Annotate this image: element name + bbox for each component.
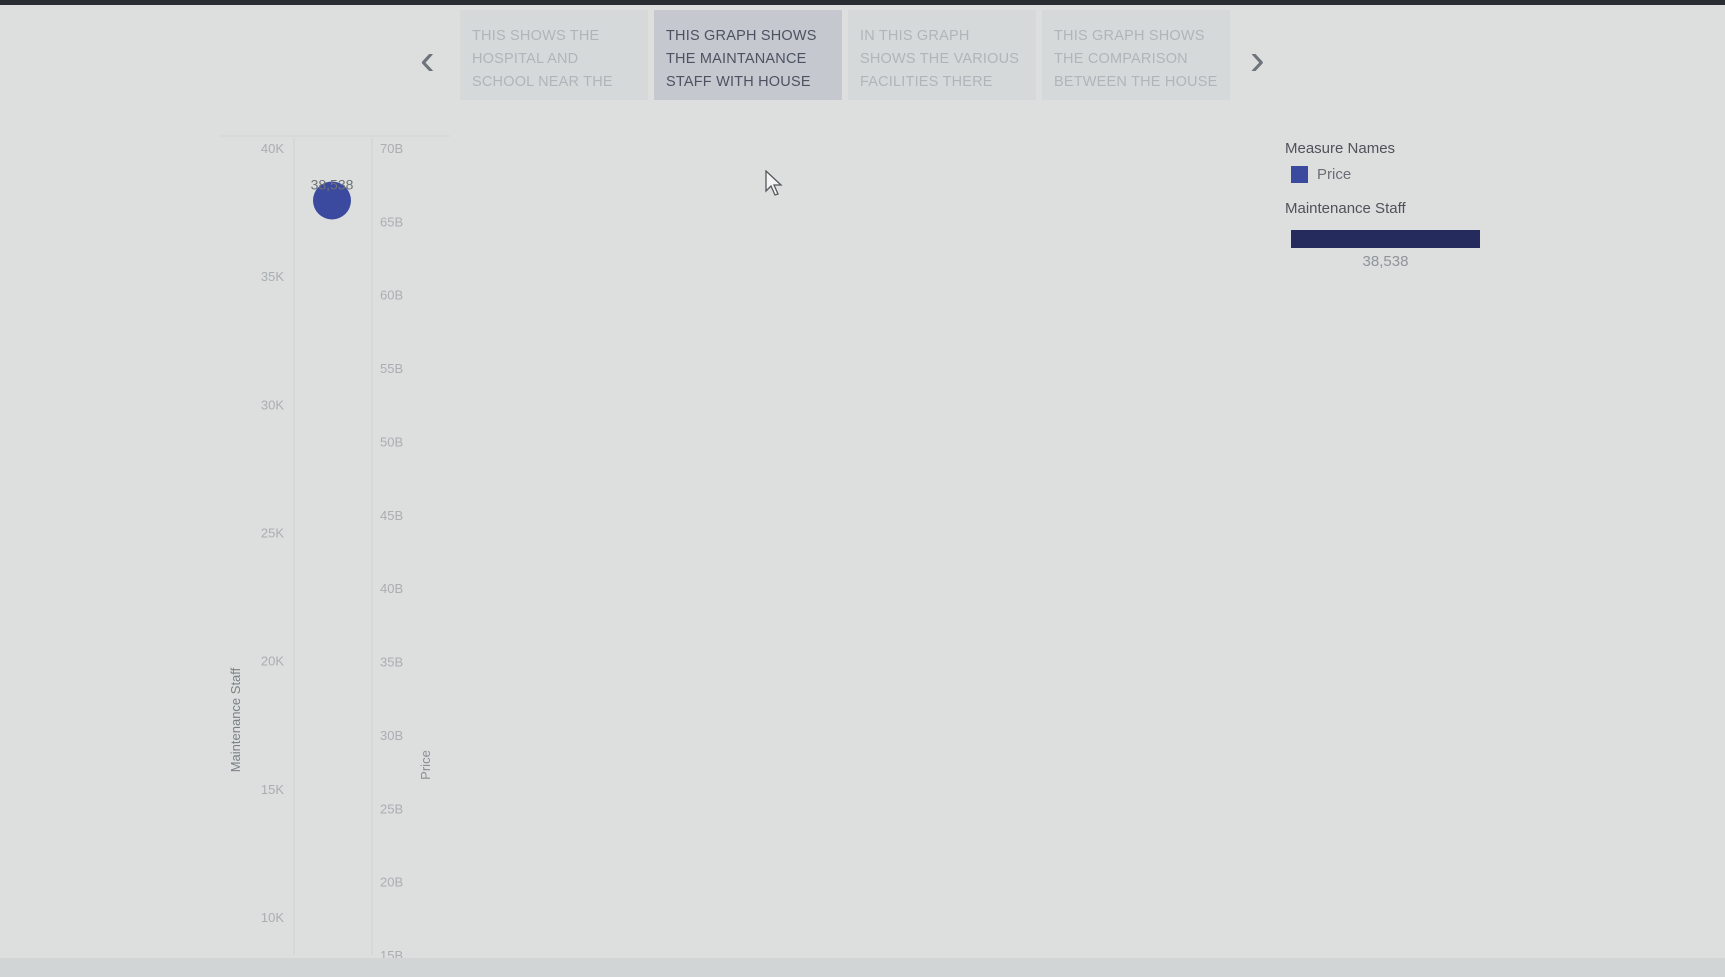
- legend-swatch: [1291, 166, 1308, 183]
- right-axis-tick-label: 50B: [380, 434, 403, 449]
- right-axis-tick-label: 60B: [380, 288, 403, 303]
- story-point-4[interactable]: THIS GRAPH SHOWS THE COMPARISON BETWEEN …: [1042, 10, 1230, 100]
- right-axis-tick-label: 35B: [380, 655, 403, 670]
- left-axis-tick-label: 30K: [261, 397, 284, 412]
- right-axis-tick-label: 40B: [380, 581, 403, 596]
- story-point-label: IN THIS GRAPH SHOWS THE VARIOUS FACILITI…: [860, 28, 1020, 90]
- right-axis-tick-label: 65B: [380, 214, 403, 229]
- story-point-3[interactable]: IN THIS GRAPH SHOWS THE VARIOUS FACILITI…: [848, 10, 1036, 100]
- legend-item-price[interactable]: Price: [1285, 166, 1525, 183]
- story-point-1[interactable]: THIS SHOWS THE HOSPITAL AND SCHOOL NEAR …: [460, 10, 648, 100]
- scatter-chart: Maintenance Staff Price 40K 35K 30K 25K 20K 1…: [200, 120, 460, 963]
- legend-panel: Measure Names Price Maintenance Staff 38…: [1285, 140, 1525, 270]
- left-axis-label: Maintenance Staff: [228, 667, 243, 772]
- left-axis-tick-label: 25K: [261, 526, 284, 541]
- story-point-label: THIS SHOWS THE HOSPITAL AND SCHOOL NEAR …: [472, 28, 613, 90]
- chart-canvas: Maintenance Staff Price 40K 35K 30K 25K 20K 1…: [220, 135, 450, 963]
- right-axis-tick-label: 20B: [380, 875, 403, 890]
- chevron-left-icon[interactable]: ‹: [420, 38, 435, 82]
- legend-title: Measure Names: [1285, 140, 1396, 157]
- left-axis-tick-label: 10K: [261, 910, 284, 925]
- size-legend-title: Maintenance Staff: [1285, 200, 1406, 217]
- left-axis-tick-label: 15K: [261, 782, 284, 797]
- right-axis-tick-label: 70B: [380, 141, 403, 156]
- size-legend-bar: [1291, 230, 1480, 248]
- right-axis-tick-label: 55B: [380, 361, 403, 376]
- left-axis-tick-label: 20K: [261, 654, 284, 669]
- story-navigator: ‹ THIS SHOWS THE HOSPITAL AND SCHOOL NEA…: [420, 10, 1265, 102]
- story-point-2[interactable]: THIS GRAPH SHOWS THE MAINTANANCE STAFF W…: [654, 10, 842, 100]
- chevron-right-icon[interactable]: ›: [1250, 38, 1265, 82]
- legend-item-label: Price: [1317, 166, 1352, 183]
- left-axis-tick-label: 35K: [261, 269, 284, 284]
- mouse-cursor-icon: [765, 170, 783, 196]
- sheet-tab-strip[interactable]: [0, 958, 1725, 977]
- right-axis-label: Price: [418, 750, 433, 780]
- right-axis-tick-label: 25B: [380, 801, 403, 816]
- right-axis-tick-label: 45B: [380, 508, 403, 523]
- story-point-label: THIS GRAPH SHOWS THE COMPARISON BETWEEN …: [1054, 28, 1218, 90]
- data-point-label: 38,538: [311, 176, 354, 192]
- size-legend-value: 38,538: [1362, 253, 1409, 270]
- story-point-label: THIS GRAPH SHOWS THE MAINTANANCE STAFF W…: [666, 28, 817, 90]
- window-top-bar: [0, 0, 1725, 5]
- right-axis-tick-label: 30B: [380, 728, 403, 743]
- left-axis-tick-label: 40K: [261, 141, 284, 156]
